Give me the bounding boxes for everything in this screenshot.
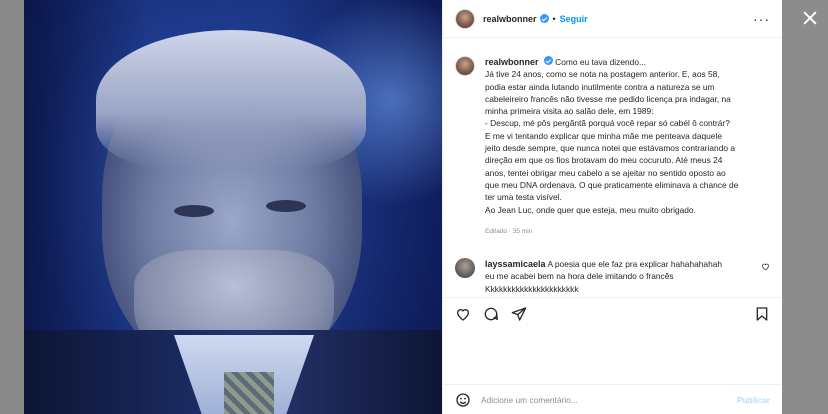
post-comment-button[interactable]: Publicar	[737, 395, 770, 405]
caption-line: direção em que os fios brotavam do meu c…	[485, 155, 723, 166]
caption-line: E me vi tentando explicar que minha mãe …	[485, 130, 722, 141]
caption-line: Ao Jean Luc, onde quer que esteja, meu m…	[485, 204, 696, 215]
comment-item: layssamicaela A poesia que ele faz pra e…	[455, 258, 770, 295]
verified-badge-icon	[539, 14, 549, 23]
action-bar	[443, 297, 782, 329]
verified-badge-icon	[543, 56, 553, 65]
caption-line: Como eu tava dizendo...	[555, 57, 646, 67]
bookmark-icon[interactable]	[754, 306, 770, 322]
caption-line: - Descup, mé pôs pergãntã porquá você re…	[485, 118, 730, 129]
small-heart-icon[interactable]	[761, 262, 770, 271]
caption-line: jeito desde sempre, que nunca notei que …	[485, 143, 736, 154]
author-avatar[interactable]	[455, 8, 475, 29]
post-sidebar: realwbonner • Seguir ··· realwbonner Com…	[442, 0, 782, 414]
author-username[interactable]: realwbonner	[483, 14, 537, 24]
post-header: realwbonner • Seguir ···	[443, 0, 782, 38]
comment-composer: Publicar	[443, 384, 782, 414]
follow-button[interactable]: Seguir	[560, 14, 588, 24]
post-timestamp: Editado · 35 min	[485, 227, 533, 235]
comment-icon[interactable]	[483, 306, 499, 322]
caption-line: ter uma testa visível.	[485, 192, 562, 203]
caption-avatar[interactable]	[455, 56, 475, 76]
comments-area: realwbonner Como eu tava dizendo... Já t…	[443, 38, 782, 297]
caption-line: que meu DNA ordenava. O que praticamente…	[485, 179, 739, 190]
caption-line: anos, tentei obrigar meu cabelo a se aje…	[485, 167, 726, 178]
caption-username[interactable]: realwbonner	[485, 57, 539, 67]
heart-icon[interactable]	[455, 306, 471, 322]
caption-text: realwbonner Como eu tava dizendo... Já t…	[485, 56, 738, 238]
backdrop	[0, 0, 24, 414]
caption: realwbonner Como eu tava dizendo... Já t…	[455, 56, 770, 238]
commenter-username[interactable]: layssamicaela	[485, 259, 546, 269]
comment-line: eu me acabei bem na hora dele imitando o…	[485, 271, 674, 282]
caption-line: cabeleireiro francês não tivesse me pedi…	[485, 93, 731, 104]
caption-line: podia estar ainda lutando inutilmente co…	[485, 81, 715, 92]
comment-line: Kkkkkkkkkkkkkkkkkkkkkk	[485, 283, 579, 294]
backdrop-right	[782, 0, 828, 414]
post-photo	[24, 0, 442, 414]
comment-input[interactable]	[481, 394, 737, 405]
likes-area	[443, 329, 782, 384]
post-modal: realwbonner • Seguir ··· realwbonner Com…	[24, 0, 782, 414]
more-options-icon[interactable]: ···	[753, 12, 770, 26]
comment-text: layssamicaela A poesia que ele faz pra e…	[485, 258, 755, 295]
emoji-icon[interactable]	[455, 392, 471, 408]
caption-line: Já tive 24 anos, como se nota na postage…	[485, 69, 720, 80]
caption-line: minha primeira visita ao salão dele, em …	[485, 106, 654, 117]
send-icon[interactable]	[511, 306, 527, 322]
comment-line: A poesia que ele faz pra explicar hahaha…	[547, 259, 723, 270]
separator-dot: •	[552, 13, 556, 24]
close-icon[interactable]	[802, 10, 818, 26]
commenter-avatar[interactable]	[455, 258, 475, 279]
